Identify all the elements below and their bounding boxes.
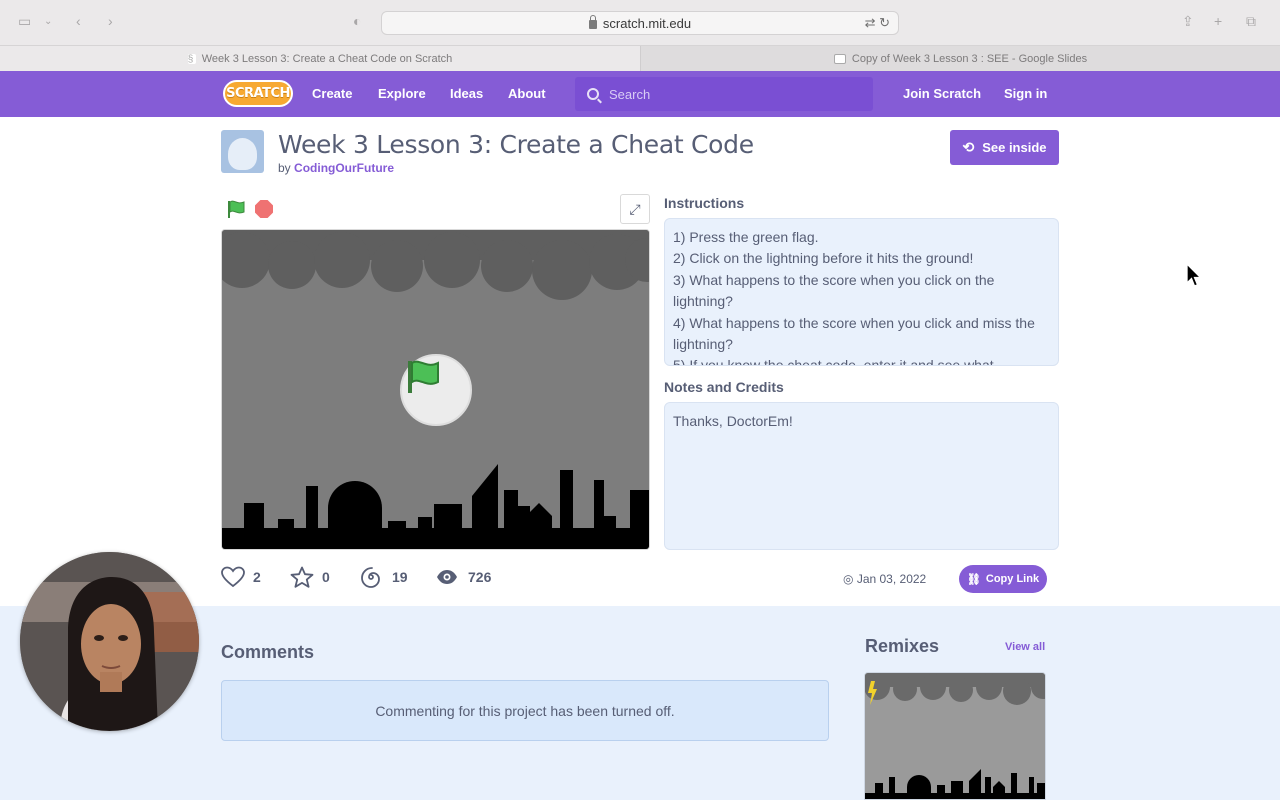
link-icon: ⛓ [966,573,981,586]
sidebar-toggle-icon[interactable]: ▭ [18,13,31,30]
green-flag-icon[interactable] [226,199,246,219]
search-placeholder: Search [609,86,651,102]
tab-scratch[interactable]: § Week 3 Lesson 3: Create a Cheat Code o… [0,46,640,71]
nav-about[interactable]: About [508,86,546,101]
instruction-line: 3) What happens to the score when you cl… [673,271,995,310]
tab-bar: § Week 3 Lesson 3: Create a Cheat Code o… [0,46,1280,71]
tab-label: Week 3 Lesson 3: Create a Cheat Code on … [201,52,453,65]
star-icon [290,566,314,588]
project-stage[interactable] [221,229,650,550]
remixes-title: Remixes [865,636,940,656]
copy-link-label: Copy Link [985,573,1040,585]
cat-avatar-icon [228,138,257,170]
lock-icon [588,14,597,29]
instruction-line: 2) Click on the lightning before it hits… [673,250,974,267]
remixes-stat: 19 [360,566,408,588]
fullscreen-button[interactable]: ⤢ [620,194,650,224]
notes-label: Notes and Credits [664,379,784,395]
back-icon[interactable]: ‹ [76,13,81,29]
green-flag-icon [408,360,439,393]
views-count: 726 [468,569,492,585]
see-inside-button[interactable]: ⟲ See inside [950,130,1059,165]
join-scratch-link[interactable]: Join Scratch [903,86,981,101]
calendar-icon: ◎ [843,572,854,586]
project-byline: by CodingOurFuture [278,161,394,175]
remix-arrows-icon: ⟲ [962,139,975,155]
favorites-count: 0 [322,569,330,585]
new-tab-icon[interactable]: + [1214,13,1222,29]
comments-title: Comments [221,642,315,662]
privacy-shield-icon[interactable]: ◐ [353,13,361,29]
author-avatar[interactable] [221,130,264,173]
browser-toolbar: ▭ ⌄ ‹ › ◐ scratch.mit.edu ⇄ ↻ ⇪ + ⧉ [0,0,1280,46]
search-icon [587,88,599,100]
slides-favicon-icon [833,53,846,64]
search-input[interactable]: Search [575,77,873,111]
scratch-logo[interactable]: SCRATCH [223,80,293,107]
share-date: ◎ Jan 03, 2022 [843,572,926,586]
chevron-down-icon[interactable]: ⌄ [44,16,52,27]
share-icon[interactable]: ⇪ [1182,13,1194,30]
heart-icon [221,566,245,588]
copy-link-button[interactable]: ⛓ Copy Link [959,565,1047,593]
expand-icon: ⤢ [629,200,641,217]
notes-text: Thanks, DoctorEm! [673,413,793,429]
translate-icon[interactable]: ⇄ ↻ [865,15,890,31]
start-green-flag-button[interactable] [400,354,472,426]
nav-create[interactable]: Create [312,86,352,101]
address-bar[interactable]: scratch.mit.edu ⇄ ↻ [381,11,899,35]
instructions-box[interactable]: 1) Press the green flag. 2) Click on the… [664,218,1059,366]
project-title: Week 3 Lesson 3: Create a Cheat Code [278,130,754,159]
see-inside-label: See inside [982,140,1047,155]
sign-in-link[interactable]: Sign in [1004,86,1047,101]
tab-label: Copy of Week 3 Lesson 3 : SEE - Google S… [851,52,1088,65]
tab-overview-icon[interactable]: ⧉ [1246,13,1256,30]
views-stat: 726 [436,566,491,588]
author-link[interactable]: CodingOurFuture [294,161,394,175]
webcam-video-overlay [20,552,199,731]
loves-count: 2 [253,569,261,585]
presenter-video-feed [20,552,199,731]
url-text: scratch.mit.edu [602,15,692,31]
remixes-count: 19 [392,569,408,585]
scratch-navbar: SCRATCH Create Explore Ideas About Searc… [0,71,1280,117]
stop-sign-icon[interactable] [255,200,273,218]
instruction-line: 1) Press the green flag. [673,229,819,245]
eye-icon [437,570,457,584]
forward-icon[interactable]: › [108,13,113,29]
loves-stat[interactable]: 2 [221,566,261,588]
nav-ideas[interactable]: Ideas [450,86,483,101]
instruction-line: 5) If you know the cheat code, enter it … [673,357,994,366]
tab-google-slides[interactable]: Copy of Week 3 Lesson 3 : SEE - Google S… [640,46,1280,71]
remix-thumbnail[interactable] [864,672,1046,800]
favorites-stat[interactable]: 0 [290,566,330,588]
instruction-line: 4) What happens to the score when you cl… [673,314,1035,353]
notes-box[interactable]: Thanks, DoctorEm! [664,402,1059,550]
mouse-cursor-icon [1186,263,1202,287]
comments-disabled-notice: Commenting for this project has been tur… [221,680,829,741]
view-all-link[interactable]: View all [1005,641,1045,653]
nav-explore[interactable]: Explore [378,86,426,101]
remix-spiral-icon [361,567,380,588]
instructions-label: Instructions [664,195,745,211]
date-text: Jan 03, 2022 [856,572,927,586]
by-prefix: by [278,161,291,175]
scratch-favicon-icon: § [187,53,196,65]
remix-preview-image [865,673,1045,799]
